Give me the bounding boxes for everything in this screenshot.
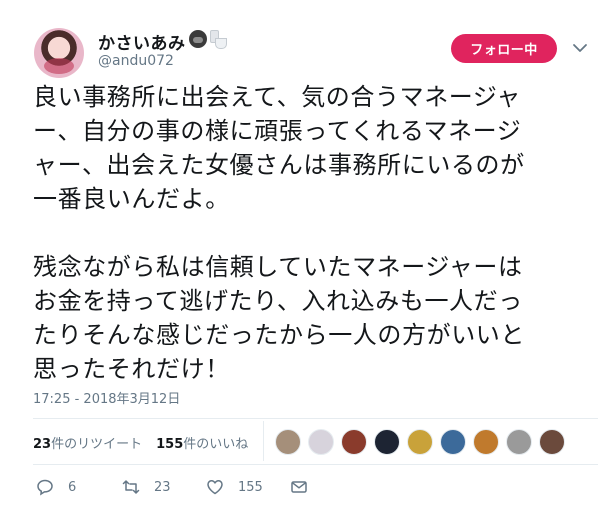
stats-separator (263, 421, 264, 461)
retweets-stat[interactable]: 23件のリツイート (33, 433, 142, 452)
liker-avatar[interactable] (506, 429, 532, 455)
user-handle[interactable]: @andu072 (98, 53, 174, 69)
reply-button[interactable]: 6 (36, 478, 122, 496)
retweet-icon (122, 480, 140, 494)
chevron-down-icon[interactable] (572, 41, 588, 55)
reply-count: 6 (68, 479, 77, 495)
liker-avatar[interactable] (440, 429, 466, 455)
tweet-line: たりそんな感じだったから一人の方がいいと (33, 321, 525, 349)
divider (33, 418, 598, 419)
name-emoji (189, 30, 227, 49)
likes-stat[interactable]: 155件のいいね (156, 433, 248, 452)
follow-button[interactable]: フォロー中 (451, 34, 557, 63)
divider (33, 464, 598, 465)
liker-avatar[interactable] (473, 429, 499, 455)
retweet-button[interactable]: 23 (122, 478, 206, 496)
likes-label: 件のいいね (183, 437, 249, 452)
reply-icon (37, 479, 53, 496)
liker-avatar[interactable] (407, 429, 433, 455)
avatar[interactable] (34, 28, 84, 78)
liker-avatar[interactable] (341, 429, 367, 455)
liker-avatar[interactable] (374, 429, 400, 455)
tweet-line: 思ったそれだけ！ (33, 355, 230, 383)
toilet-icon (210, 30, 227, 49)
retweets-label: 件のリツイート (51, 437, 143, 452)
retweet-count: 23 (154, 479, 171, 495)
tweet-line: 良い事務所に出会えて、気の合うマネージャ (33, 83, 521, 111)
tweet-line: お金を持って逃げたり、入れ込みも一人だっ (33, 287, 523, 315)
tweet-text: 良い事務所に出会えて、気の合うマネージャ ー、自分の事の様に頑張ってくれるマネー… (33, 80, 593, 386)
liker-avatar[interactable] (539, 429, 565, 455)
envelope-icon (291, 481, 307, 493)
likers-avatars (275, 429, 565, 455)
tweet-line: ャー、出会えた女優さんは事務所にいるのが (33, 151, 525, 179)
tweet-actions: 6 23 155 (36, 478, 308, 496)
like-button[interactable]: 155 (206, 478, 290, 496)
display-name[interactable]: かさいあみ (98, 29, 186, 54)
tweet-line: 残念ながら私は信頼していたマネージャーは (33, 253, 523, 281)
tweet-line: 一番良いんだよ。 (33, 185, 230, 213)
like-count: 155 (238, 479, 263, 495)
likes-count: 155 (156, 437, 184, 452)
retweets-count: 23 (33, 437, 52, 452)
timestamp[interactable]: 17:25 - 2018年3月12日 (33, 388, 180, 407)
gorilla-icon (189, 30, 207, 48)
liker-avatar[interactable] (275, 429, 301, 455)
liker-avatar[interactable] (308, 429, 334, 455)
message-button[interactable] (290, 478, 308, 496)
heart-icon (207, 480, 223, 495)
tweet-line: ー、自分の事の様に頑張ってくれるマネージ (33, 117, 522, 145)
tweet-stats: 23件のリツイート 155件のいいね (33, 433, 248, 452)
